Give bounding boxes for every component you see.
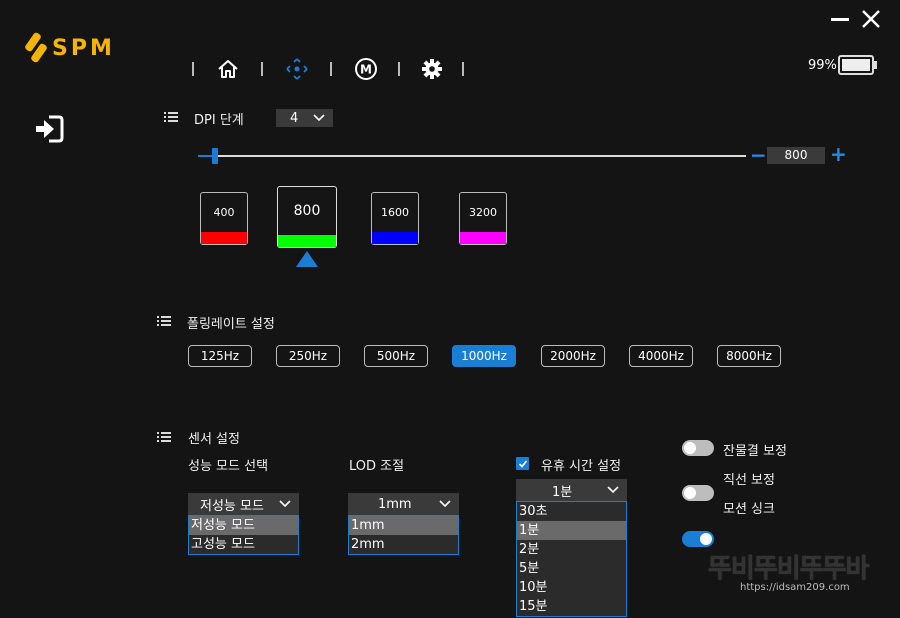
idle-time-value: 1분 xyxy=(552,484,573,500)
sensor-section-title: 센서 설정 xyxy=(188,432,240,447)
dpi-stage-color xyxy=(372,232,418,244)
nav-separator xyxy=(192,62,194,76)
watermark-title: 뚜비뚜비뚜뚜바 xyxy=(708,554,869,584)
macro-letter: M xyxy=(360,63,372,77)
list-icon xyxy=(157,432,171,442)
dpi-slider-track[interactable] xyxy=(198,155,746,157)
minimize-button[interactable] xyxy=(831,18,849,21)
nav-macro-button[interactable]: M xyxy=(354,57,378,81)
dpi-stage-value: 4 xyxy=(290,110,299,126)
dpi-stage-value: 1600 xyxy=(381,206,409,219)
polling-section-title: 폴링레이트 설정 xyxy=(187,317,275,332)
idle-time-dropdown: 30초 1분 2분 5분 10분 15분 xyxy=(516,501,627,617)
lod-dropdown: 1mm 2mm xyxy=(348,515,459,555)
dpi-increase-button[interactable]: + xyxy=(830,142,847,166)
move-icon xyxy=(286,58,308,80)
dpi-stage-color xyxy=(278,235,336,247)
dpi-stage-card-active[interactable]: 800 xyxy=(277,186,337,248)
lod-value: 1mm xyxy=(378,496,412,512)
logo-text: SPM xyxy=(52,35,115,61)
polling-option-125[interactable]: 125Hz xyxy=(188,345,252,367)
chevron-down-icon xyxy=(607,486,619,494)
chevron-down-icon xyxy=(439,500,451,508)
toggle-knob xyxy=(700,533,712,545)
dpi-stage-card[interactable]: 400 xyxy=(200,192,248,245)
performance-mode-dropdown: 저성능 모드 고성능 모드 xyxy=(188,515,299,555)
ripple-correction-label: 잔물결 보정 xyxy=(723,444,787,459)
lod-label: LOD 조절 xyxy=(349,459,405,474)
battery-tip xyxy=(874,61,877,69)
home-icon xyxy=(218,60,238,78)
chevron-down-icon xyxy=(279,500,291,508)
angle-snapping-toggle[interactable] xyxy=(682,485,714,501)
dpi-stage-color xyxy=(460,232,506,244)
logo-mark-icon xyxy=(26,33,46,63)
dropdown-option[interactable]: 15분 xyxy=(517,597,626,616)
idle-time-label: 유휴 시간 설정 xyxy=(541,459,622,474)
active-stage-pointer-icon xyxy=(296,251,318,267)
nav-separator xyxy=(261,62,263,76)
dpi-stage-color xyxy=(201,232,247,244)
watermark-url: https://idsam209.com xyxy=(740,582,850,593)
battery-level xyxy=(842,59,870,71)
nav-home-button[interactable] xyxy=(216,57,240,81)
sign-in-icon xyxy=(36,115,64,143)
dpi-stage-card[interactable]: 1600 xyxy=(371,192,419,245)
dropdown-option[interactable]: 2분 xyxy=(517,540,626,559)
nav-separator xyxy=(330,62,332,76)
dropdown-option[interactable]: 30초 xyxy=(517,502,626,521)
nav-separator xyxy=(398,62,400,76)
polling-option-250[interactable]: 250Hz xyxy=(276,345,340,367)
dpi-slider-thumb[interactable] xyxy=(212,148,218,164)
dpi-slider-fill xyxy=(198,155,212,157)
toggle-knob xyxy=(684,487,696,499)
dropdown-option[interactable]: 10분 xyxy=(517,578,626,597)
idle-time-select[interactable]: 1분 xyxy=(516,479,627,501)
close-button[interactable] xyxy=(860,8,882,30)
macro-icon: M xyxy=(355,58,377,80)
close-icon xyxy=(862,10,880,28)
list-icon xyxy=(164,112,178,122)
gear-icon xyxy=(422,59,442,79)
dpi-stage-select[interactable]: 4 xyxy=(276,109,333,127)
toggle-knob xyxy=(684,442,696,454)
polling-option-4000[interactable]: 4000Hz xyxy=(629,345,693,367)
dpi-stage-value: 400 xyxy=(213,206,235,219)
dpi-stage-value: 3200 xyxy=(469,206,497,219)
dpi-decrease-button[interactable]: − xyxy=(750,143,767,167)
battery-percent: 99% xyxy=(808,58,837,73)
app-logo: SPM xyxy=(26,33,115,63)
performance-mode-select[interactable]: 저성능 모드 xyxy=(188,493,299,515)
nav-settings-button[interactable] xyxy=(420,57,444,81)
performance-mode-label: 성능 모드 선택 xyxy=(188,459,269,474)
dpi-stage-card[interactable]: 3200 xyxy=(459,192,507,245)
dpi-value-input[interactable]: 800 xyxy=(767,147,825,164)
nav-performance-button[interactable] xyxy=(285,57,309,81)
polling-option-8000[interactable]: 8000Hz xyxy=(717,345,781,367)
list-icon xyxy=(157,316,171,326)
battery-icon xyxy=(838,55,874,75)
motion-sync-label: 모션 싱크 xyxy=(723,502,775,517)
motion-sync-toggle[interactable] xyxy=(682,531,714,547)
dpi-stage-value: 800 xyxy=(293,203,321,219)
dropdown-option[interactable]: 저성능 모드 xyxy=(189,516,298,535)
angle-snapping-label: 직선 보정 xyxy=(723,473,775,488)
performance-mode-value: 저성능 모드 xyxy=(200,498,264,514)
nav-separator xyxy=(462,62,464,76)
checkmark-icon xyxy=(518,459,527,468)
lod-select[interactable]: 1mm xyxy=(348,493,459,515)
polling-option-500[interactable]: 500Hz xyxy=(364,345,428,367)
exit-button[interactable] xyxy=(33,113,65,145)
dropdown-option[interactable]: 5분 xyxy=(517,559,626,578)
dropdown-option[interactable]: 1분 xyxy=(517,521,626,540)
chevron-down-icon xyxy=(313,114,325,122)
polling-option-2000[interactable]: 2000Hz xyxy=(541,345,605,367)
polling-option-1000[interactable]: 1000Hz xyxy=(452,345,516,367)
dropdown-option[interactable]: 고성능 모드 xyxy=(189,535,298,554)
ripple-correction-toggle[interactable] xyxy=(682,440,714,456)
dropdown-option[interactable]: 2mm xyxy=(349,535,458,554)
dropdown-option[interactable]: 1mm xyxy=(349,516,458,535)
dpi-section-title: DPI 단계 xyxy=(194,113,244,128)
idle-time-checkbox[interactable] xyxy=(516,457,529,470)
